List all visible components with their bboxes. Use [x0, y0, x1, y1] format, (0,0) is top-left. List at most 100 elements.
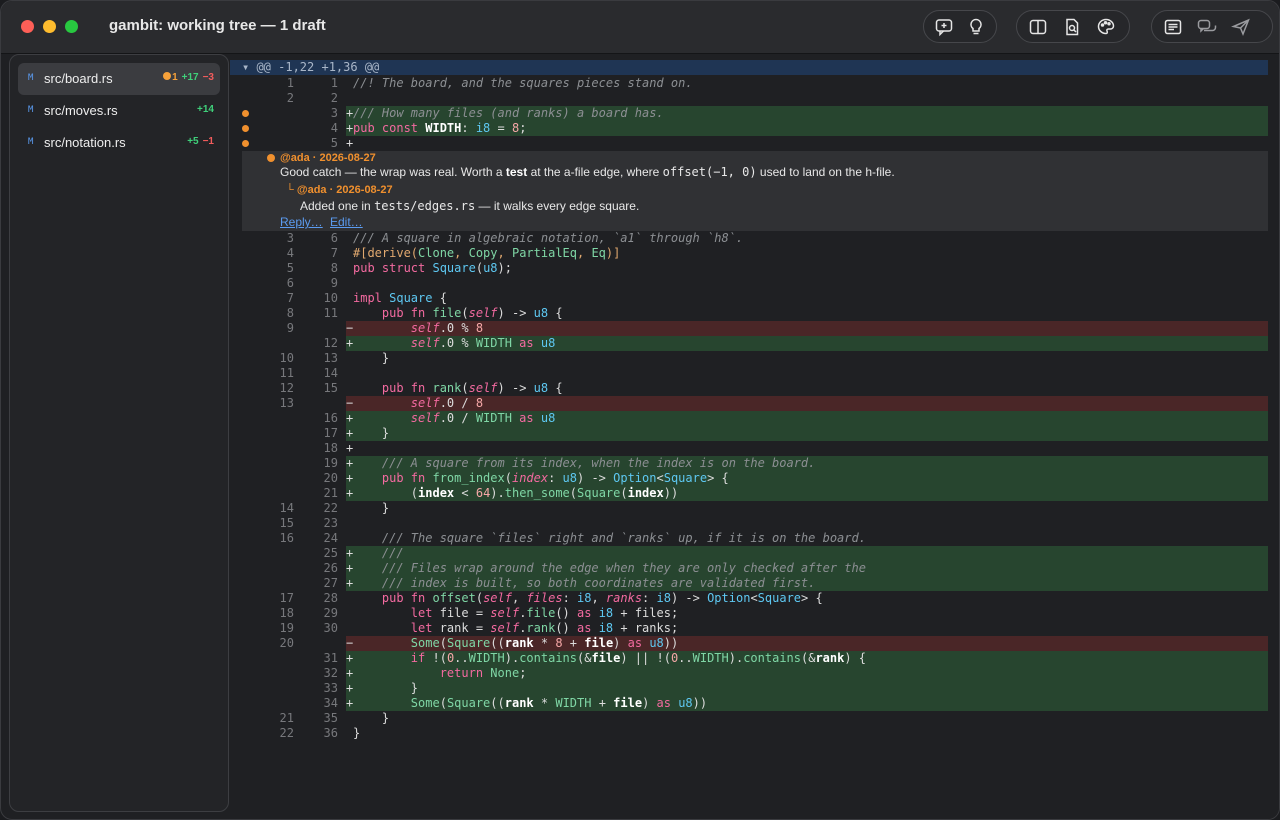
send-icon	[1231, 18, 1250, 36]
file-name: src/moves.rs	[44, 103, 118, 118]
code-text: /// A square in algebraic notation, `a1`…	[353, 231, 744, 245]
lines-removed: −3	[202, 72, 214, 83]
new-line-number: 14	[323, 366, 338, 380]
zoom-window-button[interactable]	[65, 20, 78, 33]
diff-line: 14 22 }	[230, 501, 1268, 516]
old-line-number: 15	[279, 516, 294, 530]
file-row-moves[interactable]: M src/moves.rs +14	[18, 95, 220, 127]
code-text: }	[353, 711, 390, 725]
diff-line: 18 29 let file = self.file() as i8 + file…	[230, 606, 1268, 621]
diff-marker: +	[346, 336, 354, 350]
code-text: pub const WIDTH: i8 = 8;	[346, 121, 1268, 136]
new-line-number: 31	[323, 651, 338, 665]
diff-line: 3 6 /// A square in algebraic notation, `a…	[230, 231, 1268, 246]
submit-review-button[interactable]	[1228, 15, 1254, 39]
palette-icon	[1097, 18, 1115, 34]
new-line-number: 15	[323, 381, 338, 395]
code-text: Some(Square((rank * WIDTH + file) as u8)…	[346, 696, 1268, 711]
new-line-number: 32	[323, 666, 338, 680]
old-line-number: 3	[286, 231, 294, 245]
diff-view: ▾ @@ -1,22 +1,36 @@ 1 1//! The board, and…	[230, 54, 1279, 819]
new-line-number: 24	[323, 531, 338, 545]
diff-marker: −	[346, 636, 354, 650]
diff-line: 5 +	[230, 136, 1268, 151]
new-line-number: 34	[323, 696, 338, 710]
find-in-file-button[interactable]	[1059, 15, 1085, 39]
new-line-number: 22	[323, 501, 338, 515]
old-line-number: 9	[286, 321, 294, 335]
diff-line: 22	[230, 91, 1268, 106]
diff-line: 20 pub fn from_index(index: u8) -> Optio…	[230, 471, 1268, 486]
diff-line: 4 pub const WIDTH: i8 = 8; +	[230, 121, 1268, 136]
diff-marker: +	[346, 696, 354, 710]
old-line-number: 16	[279, 531, 294, 545]
old-line-number: 2	[286, 91, 294, 105]
diff-line: 3 /// How many files (and ranks) a board …	[230, 106, 1268, 121]
code-text: pub fn rank(self) -> u8 {	[381, 381, 563, 395]
review-list-icon	[1164, 19, 1182, 34]
diff-line: 17 28 pub fn offset(self, files: i8, rank…	[230, 591, 1268, 606]
diff-line: 19 30 let rank = self.rank() as i8 + rank…	[230, 621, 1268, 636]
code-text: pub fn file(self) -> u8 {	[381, 306, 563, 320]
file-status-badge: M	[28, 105, 34, 115]
file-stats: 1 +17 −3	[163, 72, 214, 83]
minimize-window-button[interactable]	[43, 20, 56, 33]
split-view-button[interactable]	[1025, 15, 1051, 39]
old-line-number: 18	[279, 606, 294, 620]
diff-line: 1 1 //! The board, and the squares pieces …	[230, 76, 1268, 91]
draft-marker-icon[interactable]	[242, 140, 249, 147]
code-text: Some(Square((rank * 8 + file) as u8))	[346, 636, 1268, 651]
diff-marker: +	[346, 576, 354, 590]
reply-body: Added one in tests/edges.rs — it walks e…	[300, 199, 640, 213]
code-text: }	[346, 426, 1268, 441]
diff-line: 26 /// Files wrap around the edge when t…	[230, 561, 1268, 576]
review-list-button[interactable]	[1160, 15, 1186, 39]
code-text: ///	[346, 546, 1268, 561]
diff-marker: −	[346, 396, 354, 410]
hunk-header[interactable]: ▾ @@ -1,22 +1,36 @@	[230, 60, 1268, 75]
add-comment-button[interactable]	[932, 15, 956, 39]
diff-marker: +	[346, 136, 354, 150]
old-line-number: 21	[279, 711, 294, 725]
new-line-number: 35	[323, 711, 338, 725]
file-row-board[interactable]: M src/board.rs 1 +17 −3	[18, 63, 220, 95]
new-line-number: 28	[323, 591, 338, 605]
split-view-icon	[1029, 19, 1047, 34]
old-line-number: 7	[286, 291, 294, 305]
close-window-button[interactable]	[21, 20, 34, 33]
new-line-number: 9	[330, 276, 338, 290]
draft-marker-icon[interactable]	[242, 125, 249, 132]
diff-line: 34 Some(Square((rank * WIDTH + file) as …	[230, 696, 1268, 711]
new-line-number: 25	[323, 546, 338, 560]
reply-link[interactable]: Reply…	[280, 215, 323, 229]
edit-link[interactable]: Edit…	[330, 215, 363, 229]
diff-line: 10 13 }	[230, 351, 1268, 366]
old-line-number: 8	[286, 306, 294, 320]
diff-line: 22 36}	[230, 726, 1268, 741]
old-line-number: 22	[279, 726, 294, 740]
diff-line: 32 return None; +	[230, 666, 1268, 681]
hint-button[interactable]	[964, 15, 988, 39]
diff-line: 33 } +	[230, 681, 1268, 696]
lines-added: +17	[181, 72, 199, 83]
diff-marker: +	[346, 486, 354, 500]
theme-button[interactable]	[1093, 15, 1119, 39]
diff-marker: +	[346, 681, 354, 695]
diff-line: 15 23	[230, 516, 1268, 531]
comment-author: @ada · 2026-08-27	[280, 152, 376, 164]
file-row-notation[interactable]: M src/notation.rs +5 −1	[18, 127, 220, 159]
new-line-number: 30	[323, 621, 338, 635]
file-name: src/notation.rs	[44, 135, 126, 150]
diff-marker: +	[346, 411, 354, 425]
new-line-number: 33	[323, 681, 338, 695]
conversation-button[interactable]	[1194, 15, 1220, 39]
new-line-number: 1	[330, 76, 338, 90]
code-text: self.0 / 8	[346, 396, 1268, 411]
draft-marker-icon[interactable]	[242, 110, 249, 117]
file-status-badge: M	[28, 137, 34, 147]
diff-line: 17 } +	[230, 426, 1268, 441]
diff-line: 18 +	[230, 441, 1268, 456]
code-text: /// The square `files` right and `ranks`…	[381, 531, 866, 545]
code-text: self.0 % WIDTH as u8	[346, 336, 1268, 351]
old-line-number: 10	[279, 351, 294, 365]
